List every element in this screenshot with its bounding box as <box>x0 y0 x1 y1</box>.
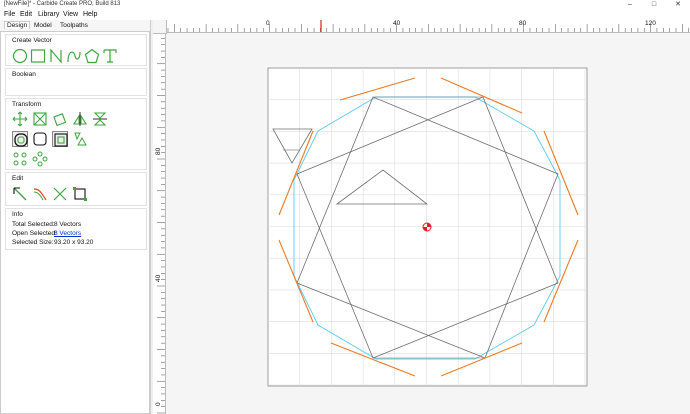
drawing-surface[interactable] <box>153 20 690 414</box>
rectangle-icon[interactable] <box>30 48 46 64</box>
join-icon[interactable] <box>32 186 48 202</box>
menu-bar: File Edit Library View Help <box>0 10 690 20</box>
curve-icon[interactable] <box>66 48 82 64</box>
offset-icon[interactable] <box>12 131 28 147</box>
menu-help[interactable]: Help <box>83 11 97 18</box>
create-vector-section: Create Vector <box>5 34 147 66</box>
tab-design[interactable]: Design <box>4 21 31 29</box>
boolean-section: Boolean <box>5 68 147 96</box>
transform-section: Transform <box>5 98 147 170</box>
open-selected-link[interactable]: 8 Vectors <box>54 230 81 237</box>
edit-section: Edit <box>5 172 147 206</box>
minimize-button[interactable]: – <box>618 0 642 10</box>
selected-size-row: Selected Size: 93.20 x 93.20 <box>12 239 93 246</box>
menu-file[interactable]: File <box>4 11 15 18</box>
info-heading: Info <box>12 211 23 218</box>
polyline-icon[interactable] <box>48 48 64 64</box>
maximize-button[interactable]: □ <box>642 0 666 10</box>
total-selected-value: 8 Vectors <box>54 221 82 228</box>
circle-icon[interactable] <box>12 48 28 64</box>
scale-icon[interactable] <box>32 111 48 127</box>
edit-heading: Edit <box>12 175 24 182</box>
open-selected-label: Open Selected: <box>12 230 57 237</box>
menu-view[interactable]: View <box>63 11 78 18</box>
boolean-heading: Boolean <box>12 71 36 78</box>
total-selected-row: Total Selected: 8 Vectors <box>12 221 81 228</box>
tab-toolpaths[interactable]: Toolpaths <box>60 22 88 29</box>
close-button[interactable]: ✕ <box>666 0 690 10</box>
menu-library[interactable]: Library <box>38 11 59 18</box>
design-panel: Create Vector Boolean Transform Edit Inf… <box>0 31 150 414</box>
total-selected-label: Total Selected: <box>12 221 55 228</box>
open-selected-row: Open Selected: 8 Vectors <box>12 230 81 237</box>
node-edit-icon[interactable] <box>12 186 28 202</box>
text-icon[interactable] <box>102 48 118 64</box>
menu-edit[interactable]: Edit <box>20 11 32 18</box>
selected-size-label: Selected Size: <box>12 239 54 246</box>
flip-icon[interactable] <box>92 111 108 127</box>
info-section: Info Total Selected: 8 Vectors Open Sele… <box>5 208 147 250</box>
grid-array-icon[interactable] <box>12 151 28 167</box>
origin-marker[interactable] <box>422 222 432 232</box>
mirror-icon[interactable] <box>72 111 88 127</box>
transform-heading: Transform <box>12 101 42 108</box>
create-vector-heading: Create Vector <box>12 37 52 44</box>
window-title: [NewFile]* - Carbide Create PRO, Build 8… <box>4 1 121 7</box>
move-icon[interactable] <box>12 111 28 127</box>
align-icon[interactable] <box>52 131 68 147</box>
side-panel: Design Model Toolpaths Create Vector Boo… <box>0 20 151 414</box>
trim-icon[interactable] <box>52 186 68 202</box>
rotate-icon[interactable] <box>52 111 68 127</box>
bounding-box-icon[interactable] <box>72 186 88 202</box>
polygon-icon[interactable] <box>84 48 100 64</box>
panel-tabs: Design Model Toolpaths <box>0 20 150 31</box>
circular-array-icon[interactable] <box>32 151 48 167</box>
selected-size-value: 93.20 x 93.20 <box>54 239 94 246</box>
round-rectangle-icon[interactable] <box>32 131 48 147</box>
tab-model[interactable]: Model <box>34 22 52 29</box>
nest-icon[interactable] <box>72 131 88 147</box>
